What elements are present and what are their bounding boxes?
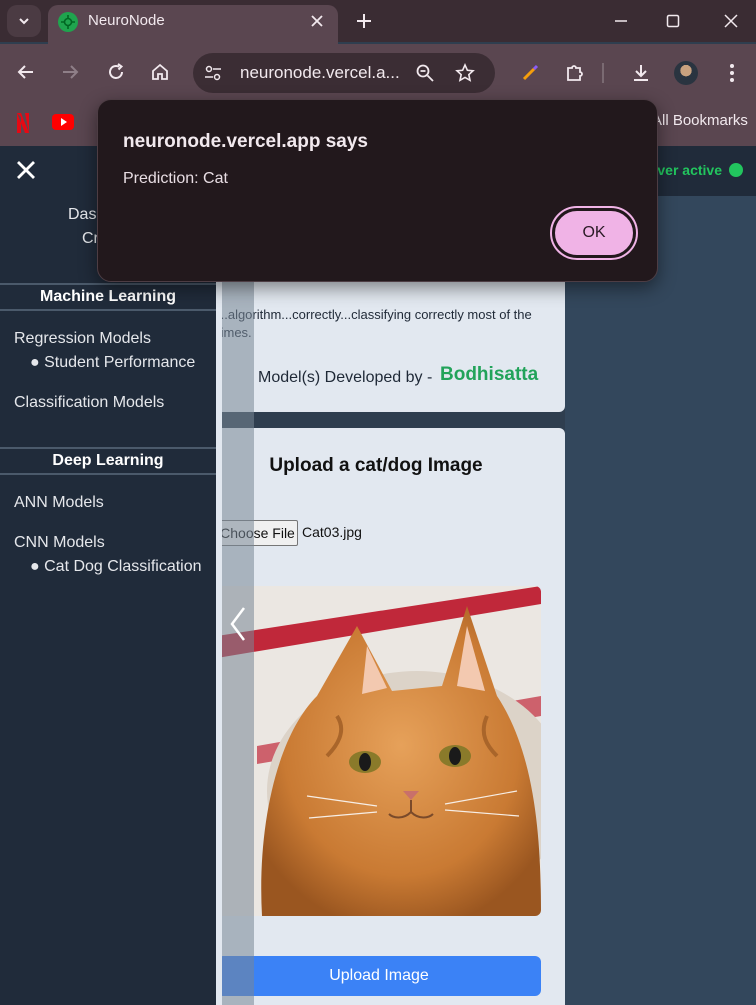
- server-status-dot: [729, 163, 743, 177]
- zoom-icon[interactable]: [415, 63, 435, 83]
- new-tab-icon[interactable]: [352, 9, 376, 33]
- window-close-icon[interactable]: [716, 8, 746, 34]
- uploaded-cat-image: [217, 586, 541, 916]
- browser-tab[interactable]: NeuroNode: [48, 5, 338, 44]
- dialog-title: neuronode.vercel.app says: [123, 131, 368, 152]
- bookmark-star-icon[interactable]: [455, 63, 475, 83]
- neuronode-favicon-icon: [58, 12, 78, 32]
- chevron-down-icon: [19, 18, 29, 25]
- extension-pencil-icon[interactable]: [518, 61, 542, 85]
- close-sidebar-icon[interactable]: [14, 158, 38, 182]
- home-icon[interactable]: [147, 59, 173, 85]
- sidebar-item-cnn-models[interactable]: CNN Models: [14, 534, 105, 552]
- dialog-message: Prediction: Cat: [123, 170, 228, 187]
- more-menu-icon[interactable]: [720, 61, 744, 85]
- model-description: ...algorithm...correctly...classifying c…: [217, 307, 532, 340]
- youtube-bookmark-icon[interactable]: [52, 114, 74, 135]
- download-icon[interactable]: [629, 61, 653, 85]
- minimize-icon[interactable]: [606, 8, 636, 34]
- selected-file-name: Cat03.jpg: [302, 524, 362, 540]
- sidebar-item-regression-models[interactable]: Regression Models: [14, 330, 151, 348]
- page-right-background: [565, 196, 756, 1005]
- sidebar-item-classification-models[interactable]: Classification Models: [14, 394, 164, 412]
- toolbar-divider: [602, 63, 604, 83]
- sidebar-section-machine-learning: Machine Learning: [0, 283, 216, 311]
- profile-avatar[interactable]: [674, 61, 698, 85]
- netflix-bookmark-icon[interactable]: [16, 112, 30, 139]
- sidebar-item-student-performance[interactable]: ● Student Performance: [30, 354, 195, 372]
- dialog-ok-button[interactable]: OK: [550, 206, 638, 260]
- address-bar[interactable]: neuronode.vercel.a...: [193, 53, 495, 93]
- forward-arrow-icon[interactable]: [57, 59, 83, 85]
- reload-icon[interactable]: [103, 59, 129, 85]
- sidebar-item-cat-dog-classification[interactable]: ● Cat Dog Classification: [30, 558, 202, 576]
- sidebar-section-deep-learning: Deep Learning: [0, 447, 216, 475]
- site-info-icon[interactable]: [203, 63, 223, 83]
- chevron-left-icon[interactable]: [226, 604, 250, 644]
- tab-close-icon[interactable]: [306, 10, 328, 32]
- developer-name: Bodhisatta: [440, 364, 539, 385]
- tab-title: NeuroNode: [88, 12, 165, 29]
- browser-toolbar: neuronode.vercel.a...: [0, 44, 756, 102]
- upload-image-button[interactable]: Upload Image: [217, 956, 541, 996]
- browser-tab-bar: NeuroNode: [0, 0, 756, 44]
- extensions-puzzle-icon[interactable]: [563, 61, 587, 85]
- maximize-icon[interactable]: [658, 8, 688, 34]
- alert-dialog: neuronode.vercel.app says Prediction: Ca…: [97, 99, 658, 282]
- tab-search-button[interactable]: [7, 5, 41, 37]
- carousel-overlay-strip: [222, 196, 254, 1005]
- all-bookmarks-link[interactable]: All Bookmarks: [652, 112, 748, 129]
- back-arrow-icon[interactable]: [13, 59, 39, 85]
- url-text[interactable]: neuronode.vercel.a...: [240, 63, 400, 83]
- sidebar-item-ann-models[interactable]: ANN Models: [14, 494, 104, 512]
- developed-by-label: Model(s) Developed by -: [258, 369, 433, 386]
